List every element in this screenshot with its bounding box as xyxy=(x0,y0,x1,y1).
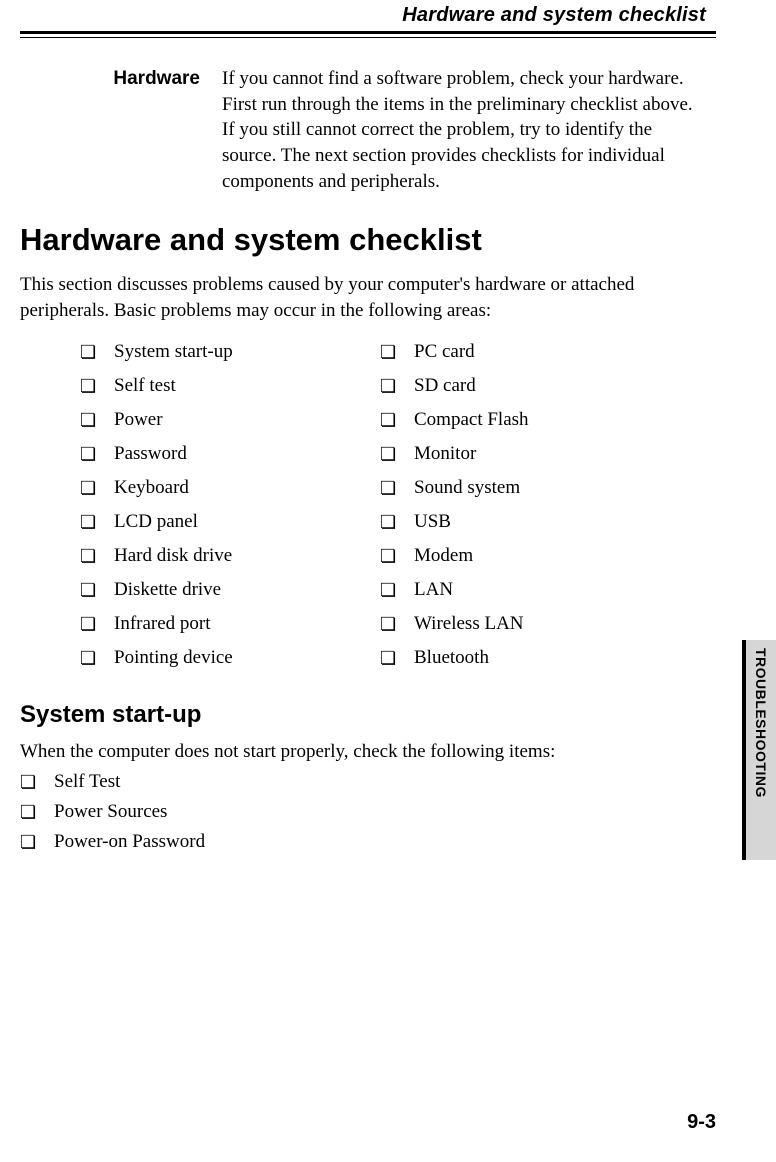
list-item-label: SD card xyxy=(414,375,476,397)
list-item: ❏ USB xyxy=(380,511,640,533)
list-item-label: Pointing device xyxy=(114,647,233,669)
list-item-label: Monitor xyxy=(414,443,476,465)
checkbox-icon: ❏ xyxy=(80,479,96,497)
list-item: ❏ Sound system xyxy=(380,477,640,499)
list-item: ❏ LAN xyxy=(380,579,640,601)
list-item-label: Keyboard xyxy=(114,477,189,499)
list-item-label: Power Sources xyxy=(54,801,167,823)
sub-heading-system-startup: System start-up xyxy=(20,701,716,729)
sub-checklist: ❏ Self Test ❏ Power Sources ❏ Power-on Pass… xyxy=(20,771,716,853)
page: Hardware and system checklist Hardware I… xyxy=(0,0,776,1162)
list-item-label: Sound system xyxy=(414,477,520,499)
checkbox-icon: ❏ xyxy=(80,615,96,633)
list-item: ❏ SD card xyxy=(380,375,640,397)
checkbox-icon: ❏ xyxy=(380,615,396,633)
main-heading: Hardware and system checklist xyxy=(20,222,716,258)
list-item: ❏ Keyboard xyxy=(80,477,340,499)
checkbox-icon: ❏ xyxy=(80,343,96,361)
list-item-label: Password xyxy=(114,443,187,465)
list-item-label: Infrared port xyxy=(114,613,211,635)
list-item: ❏ Compact Flash xyxy=(380,409,640,431)
list-item-label: Self Test xyxy=(54,771,120,793)
checkbox-icon: ❏ xyxy=(80,649,96,667)
list-item: ❏ Pointing device xyxy=(80,647,340,669)
list-item: ❏ Modem xyxy=(380,545,640,567)
checkbox-icon: ❏ xyxy=(80,445,96,463)
list-item-label: Diskette drive xyxy=(114,579,221,601)
checkbox-icon: ❏ xyxy=(20,773,36,791)
checkbox-icon: ❏ xyxy=(380,649,396,667)
list-item: ❏ Power Sources xyxy=(20,801,716,823)
list-item-label: LAN xyxy=(414,579,453,601)
hardware-block: Hardware If you cannot find a software p… xyxy=(90,66,706,194)
checkbox-icon: ❏ xyxy=(380,411,396,429)
list-item-label: Compact Flash xyxy=(414,409,529,431)
list-item: ❏ Hard disk drive xyxy=(80,545,340,567)
side-tab-label: TROUBLESHOOTING xyxy=(753,648,769,798)
checkbox-icon: ❏ xyxy=(380,343,396,361)
list-item: ❏ Power xyxy=(80,409,340,431)
checkbox-icon: ❏ xyxy=(80,513,96,531)
list-item: ❏ LCD panel xyxy=(80,511,340,533)
list-item: ❏ Power-on Password xyxy=(20,831,716,853)
checkbox-icon: ❏ xyxy=(380,547,396,565)
checklist-two-column: ❏ System start-up ❏ Self test ❏ Power ❏ Pass… xyxy=(80,341,716,681)
rule-thick xyxy=(20,31,716,34)
hardware-text: If you cannot find a software problem, c… xyxy=(222,66,706,194)
hardware-label: Hardware xyxy=(90,66,200,194)
checklist-column-left: ❏ System start-up ❏ Self test ❏ Power ❏ Pass… xyxy=(80,341,340,681)
list-item: ❏ Password xyxy=(80,443,340,465)
list-item: ❏ PC card xyxy=(380,341,640,363)
intro-text: This section discusses problems caused b… xyxy=(20,272,716,323)
checkbox-icon: ❏ xyxy=(20,803,36,821)
rule-thin xyxy=(20,37,716,38)
checkbox-icon: ❏ xyxy=(20,833,36,851)
list-item-label: Bluetooth xyxy=(414,647,489,669)
checkbox-icon: ❏ xyxy=(380,581,396,599)
list-item: ❏ Monitor xyxy=(380,443,640,465)
list-item-label: System start-up xyxy=(114,341,233,363)
list-item: ❏ System start-up xyxy=(80,341,340,363)
list-item: ❏ Infrared port xyxy=(80,613,340,635)
list-item: ❏ Bluetooth xyxy=(380,647,640,669)
checklist-column-right: ❏ PC card ❏ SD card ❏ Compact Flash ❏ Monito… xyxy=(380,341,640,681)
checkbox-icon: ❏ xyxy=(380,479,396,497)
list-item: ❏ Wireless LAN xyxy=(380,613,640,635)
list-item-label: USB xyxy=(414,511,451,533)
running-head: Hardware and system checklist xyxy=(20,0,716,27)
checkbox-icon: ❏ xyxy=(80,581,96,599)
list-item-label: Power xyxy=(114,409,163,431)
sub-intro: When the computer does not start properl… xyxy=(20,741,716,763)
page-number: 9-3 xyxy=(687,1111,716,1134)
list-item: ❏ Self test xyxy=(80,375,340,397)
list-item: ❏ Self Test xyxy=(20,771,716,793)
checkbox-icon: ❏ xyxy=(380,377,396,395)
list-item-label: Modem xyxy=(414,545,473,567)
list-item-label: Hard disk drive xyxy=(114,545,232,567)
checkbox-icon: ❏ xyxy=(80,547,96,565)
checkbox-icon: ❏ xyxy=(80,377,96,395)
checkbox-icon: ❏ xyxy=(80,411,96,429)
list-item-label: PC card xyxy=(414,341,475,363)
list-item-label: Self test xyxy=(114,375,176,397)
list-item-label: Power-on Password xyxy=(54,831,205,853)
list-item: ❏ Diskette drive xyxy=(80,579,340,601)
checkbox-icon: ❏ xyxy=(380,513,396,531)
list-item-label: LCD panel xyxy=(114,511,198,533)
side-tab: TROUBLESHOOTING xyxy=(742,640,776,860)
checkbox-icon: ❏ xyxy=(380,445,396,463)
list-item-label: Wireless LAN xyxy=(414,613,524,635)
